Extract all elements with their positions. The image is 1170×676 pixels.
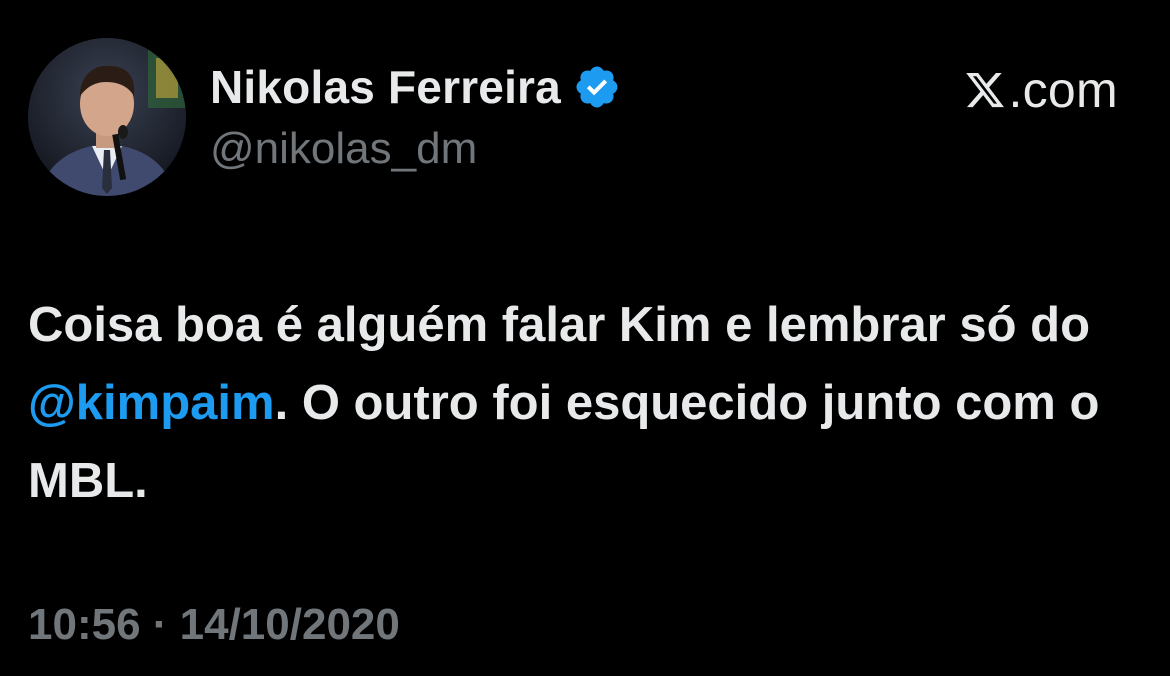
avatar[interactable] [28,38,186,196]
mention-link[interactable]: @kimpaim [28,376,275,430]
author-handle[interactable]: @nikolas_dm [210,124,477,174]
author-name-row: Nikolas Ferreira [210,58,621,116]
x-logo-icon [964,69,1006,111]
brand-domain-text: .com [1008,62,1118,118]
verified-badge-icon [573,63,621,111]
tweet-timestamp[interactable]: 10:56 · 14/10/2020 [28,600,400,650]
tweet-text-part-1: Coisa boa é alguém falar Kim e lembrar s… [28,298,1090,352]
author-display-name[interactable]: Nikolas Ferreira [210,60,561,114]
brand: .com [964,60,1118,120]
tweet-text: Coisa boa é alguém falar Kim e lembrar s… [28,286,1128,520]
tweet-card: Nikolas Ferreira @nikolas_dm .com Coisa … [0,0,1170,676]
